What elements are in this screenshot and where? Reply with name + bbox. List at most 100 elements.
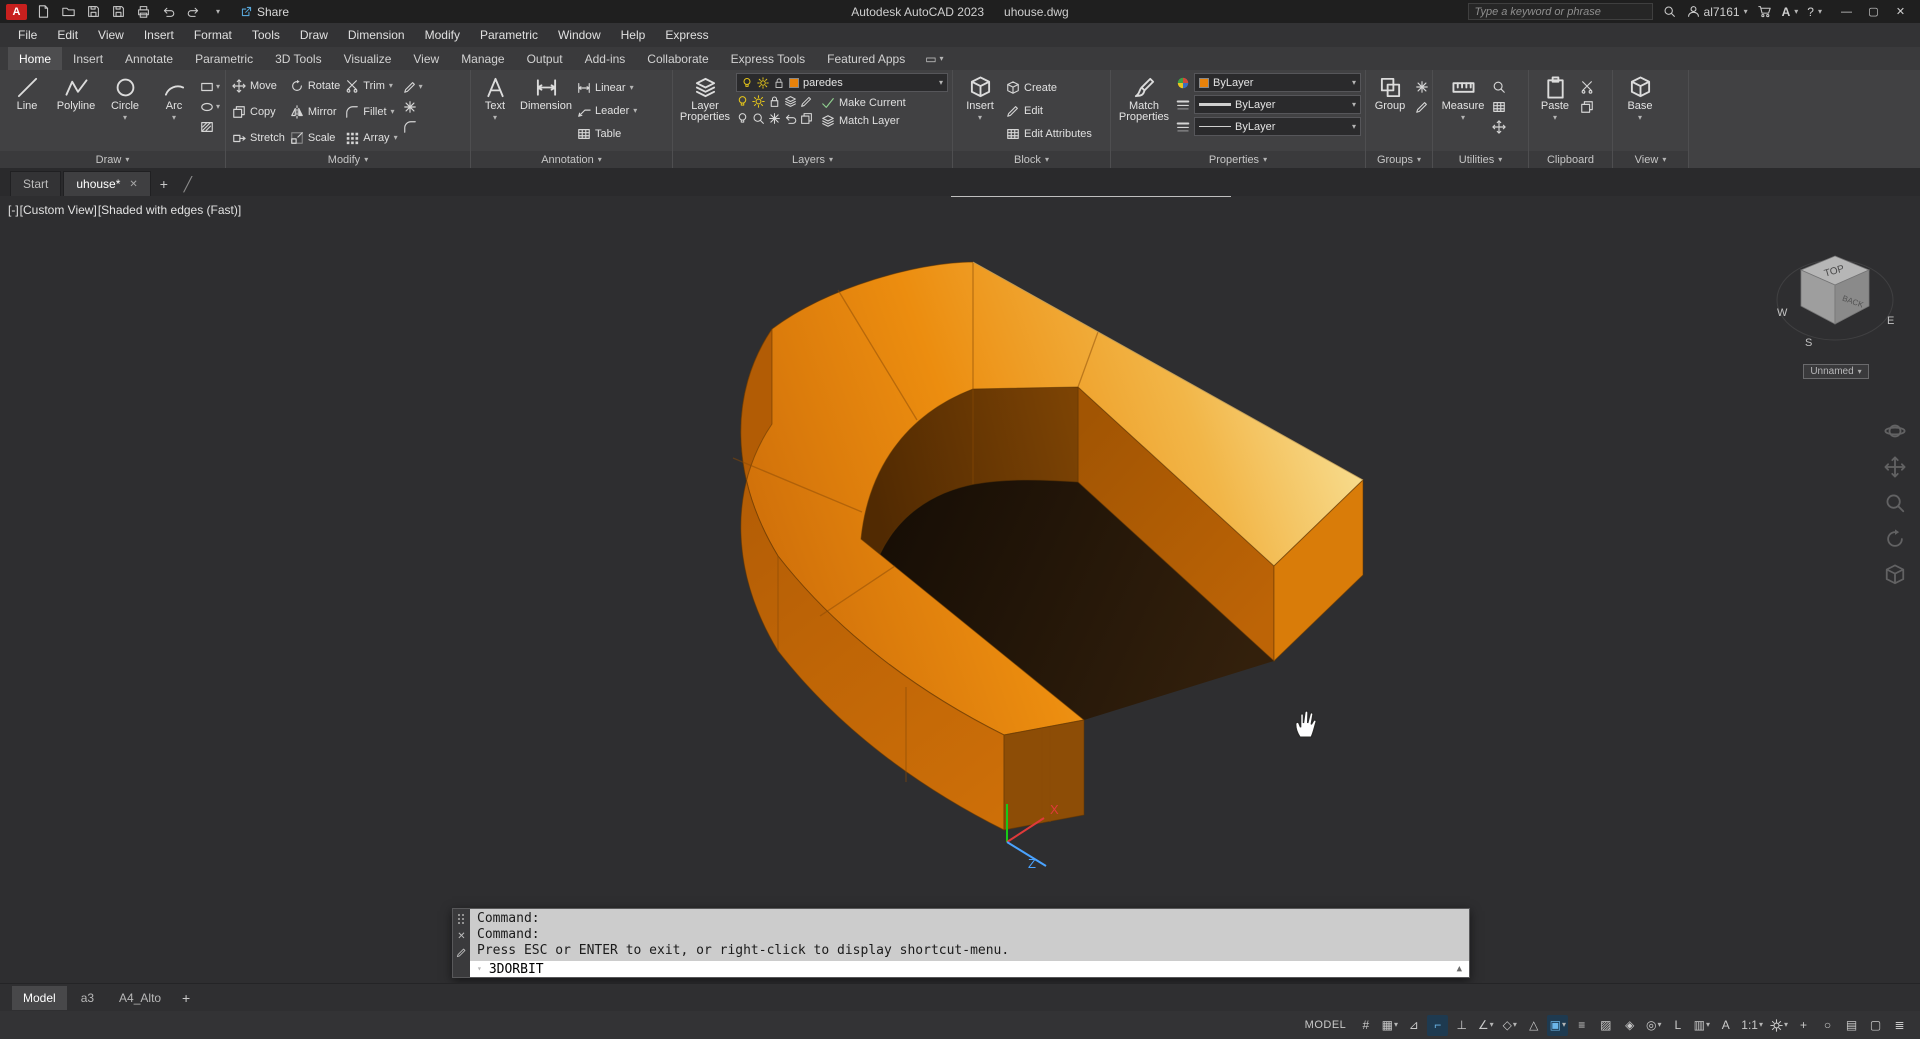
grid-toggle[interactable]: # [1355, 1015, 1376, 1036]
tab-collaborate[interactable]: Collaborate [636, 47, 719, 70]
measure-button[interactable]: Measure ▾ [1437, 73, 1489, 151]
ortho-toggle[interactable]: ⊥ [1451, 1015, 1472, 1036]
id-point-button[interactable] [1492, 118, 1506, 135]
stretch-button[interactable]: Stretch [230, 125, 287, 151]
polar-tracking-toggle[interactable]: ∠ ▾ [1475, 1015, 1496, 1036]
clean-screen-button[interactable]: ▢ [1865, 1015, 1886, 1036]
dimension-button[interactable]: Dimension [518, 73, 574, 151]
infer-constraints-toggle[interactable]: ⊿ [1403, 1015, 1424, 1036]
rectangle-button[interactable]: ▾ [200, 78, 220, 95]
tab-express-tools[interactable]: Express Tools [720, 47, 816, 70]
plot-button[interactable] [134, 4, 152, 20]
new-file-button[interactable] [34, 4, 52, 20]
qat-customize-button[interactable]: ▾ [209, 4, 227, 20]
groups-panel-label[interactable]: Groups ▾ [1366, 151, 1432, 168]
copy-button[interactable]: Copy [230, 99, 287, 125]
tab-a4-alto[interactable]: A4_Alto [108, 986, 172, 1010]
tab-parametric[interactable]: Parametric [184, 47, 264, 70]
model-space-toggle[interactable]: MODEL [1299, 1015, 1353, 1036]
menu-tools[interactable]: Tools [242, 23, 290, 47]
command-history[interactable]: Command: Command: Press ESC or ENTER to … [470, 909, 1469, 961]
menu-express[interactable]: Express [655, 23, 718, 47]
close-button[interactable]: ✕ [1887, 0, 1914, 23]
tab-annotate[interactable]: Annotate [114, 47, 184, 70]
linear-button[interactable]: Linear ▾ [577, 78, 637, 98]
new-layout-button[interactable]: + [175, 986, 197, 1010]
drag-handle-icon[interactable] [457, 913, 466, 926]
tab-uhouse[interactable]: uhouse* ✕ [63, 171, 151, 196]
utilities-panel-label[interactable]: Utilities ▾ [1433, 151, 1528, 168]
zoom-icon[interactable] [1884, 492, 1906, 514]
chevron-up-icon[interactable]: ▲ [1457, 964, 1462, 974]
tab-manage[interactable]: Manage [450, 47, 515, 70]
snap-mode-toggle[interactable]: ▦ ▾ [1379, 1015, 1400, 1036]
menu-window[interactable]: Window [548, 23, 611, 47]
layer-copy-icon[interactable] [800, 112, 813, 125]
layer-isolate-icon[interactable] [784, 95, 797, 108]
command-window[interactable]: ✕ Command: Command: Press ESC or ENTER t… [452, 908, 1470, 978]
erase-button[interactable]: ▾ [403, 78, 423, 95]
match-properties-button[interactable]: Match Properties [1115, 73, 1173, 151]
menu-help[interactable]: Help [611, 23, 656, 47]
object-snap-toggle[interactable]: ▣ ▾ [1547, 1014, 1569, 1036]
menu-modify[interactable]: Modify [415, 23, 470, 47]
trim-button[interactable]: Trim ▾ [343, 73, 399, 99]
annotation-panel-label[interactable]: Annotation ▾ [471, 151, 672, 168]
command-grip[interactable]: ✕ [453, 909, 470, 977]
linetype-select[interactable]: ByLayer ▾ [1194, 117, 1361, 136]
draw-panel-label[interactable]: Draw ▾ [0, 151, 225, 168]
menu-edit[interactable]: Edit [47, 23, 88, 47]
make-current-button[interactable]: Make Current [821, 95, 906, 111]
text-button[interactable]: Text ▾ [475, 73, 515, 151]
redo-button[interactable] [184, 4, 202, 20]
annotation-visibility-toggle[interactable]: A [1715, 1015, 1736, 1036]
hatch-button[interactable] [200, 118, 220, 135]
insert-button[interactable]: Insert ▾ [957, 73, 1003, 151]
restore-button[interactable]: ▢ [1860, 0, 1887, 23]
steering-wheel-icon[interactable] [1884, 420, 1906, 442]
table-button[interactable]: Table [577, 124, 637, 144]
dynamic-input-toggle[interactable]: ⌐ [1427, 1014, 1449, 1036]
menu-parametric[interactable]: Parametric [470, 23, 548, 47]
view-panel-label[interactable]: View ▾ [1613, 151, 1688, 168]
group-edit-button[interactable] [1415, 98, 1429, 115]
autocad-logo-icon[interactable]: A [6, 3, 27, 20]
layers-panel-label[interactable]: Layers ▾ [673, 151, 952, 168]
move-button[interactable]: Move [230, 73, 287, 99]
cut-button[interactable] [1580, 78, 1594, 95]
tab-featured-apps[interactable]: Featured Apps [816, 47, 916, 70]
viewport-minimize-control[interactable]: [-] [8, 203, 19, 217]
mirror-button[interactable]: Mirror [288, 99, 342, 125]
paste-button[interactable]: Paste ▾ [1533, 73, 1577, 151]
layer-freeze-icon[interactable] [736, 112, 749, 125]
3d-object-snap-toggle[interactable]: ◎ ▾ [1643, 1015, 1664, 1036]
ribbon-display-toggle[interactable]: ▭ ▾ [916, 47, 952, 70]
transparency-toggle[interactable]: ▨ [1595, 1015, 1616, 1036]
array-button[interactable]: Array ▾ [343, 125, 399, 151]
block-create-button[interactable]: Create [1006, 78, 1092, 98]
tab-insert[interactable]: Insert [62, 47, 114, 70]
properties-panel-label[interactable]: Properties ▾ [1111, 151, 1365, 168]
new-drawing-button[interactable]: + [153, 172, 175, 196]
clipboard-panel-label[interactable]: Clipboard [1529, 151, 1612, 168]
annotation-monitor-toggle[interactable]: + [1793, 1015, 1814, 1036]
menu-file[interactable]: File [8, 23, 47, 47]
block-edit-button[interactable]: Edit [1006, 101, 1092, 121]
layer-merge-icon[interactable] [768, 112, 781, 125]
layer-walk-icon[interactable] [752, 112, 765, 125]
scale-button[interactable]: Scale [288, 125, 342, 151]
layer-properties-button[interactable]: Layer Properties [677, 73, 733, 151]
minimize-button[interactable]: — [1833, 0, 1860, 23]
layer-prev-icon[interactable] [784, 112, 797, 125]
lineweight-select[interactable]: ByLayer ▾ [1194, 95, 1361, 114]
layer-thaw-icon[interactable] [752, 95, 765, 108]
base-button[interactable]: Base ▾ [1617, 73, 1663, 151]
tab-a3[interactable]: a3 [70, 986, 105, 1010]
tab-visualize[interactable]: Visualize [333, 47, 403, 70]
tab-overflow-button[interactable]: ╱ [177, 172, 199, 196]
hardware-acceleration-toggle[interactable]: ▤ [1841, 1015, 1862, 1036]
undo-button[interactable] [159, 4, 177, 20]
quick-calc-button[interactable] [1492, 98, 1506, 115]
tab-home[interactable]: Home [8, 47, 63, 70]
tab-add-ins[interactable]: Add-ins [574, 47, 637, 70]
